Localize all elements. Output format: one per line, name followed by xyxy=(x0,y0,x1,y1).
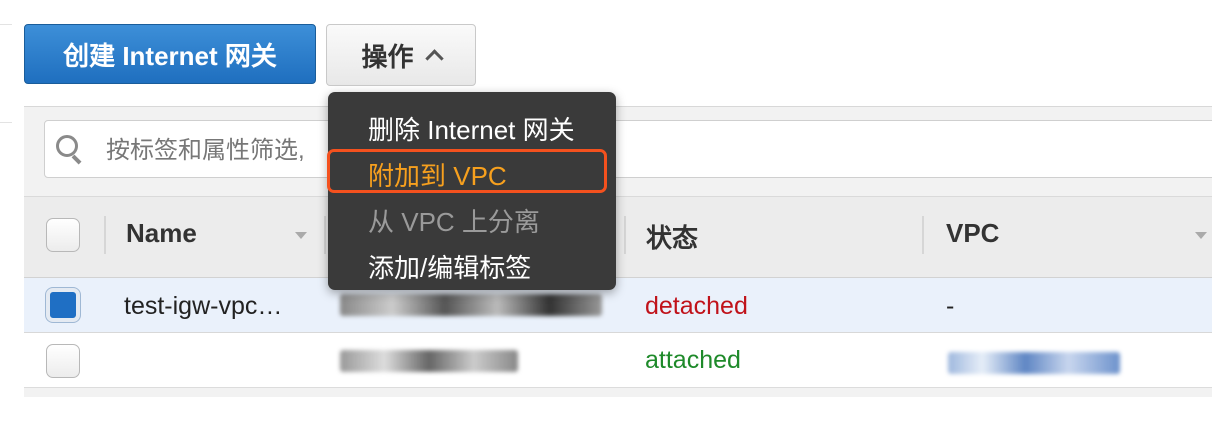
highlight-annotation-box xyxy=(327,149,607,193)
status-badge: attached xyxy=(645,346,741,374)
menu-item-detach-from-vpc: 从 VPC 上分离 xyxy=(368,207,540,237)
search-icon xyxy=(56,135,82,165)
redacted-id xyxy=(340,350,518,372)
chevron-up-icon xyxy=(424,48,444,68)
column-divider xyxy=(104,216,106,254)
column-divider xyxy=(324,216,326,254)
column-header-name[interactable]: Name xyxy=(126,218,197,249)
sort-caret-icon[interactable] xyxy=(1195,232,1207,239)
column-divider xyxy=(922,216,924,254)
actions-dropdown-button[interactable]: 操作 xyxy=(326,24,476,86)
redacted-id xyxy=(340,294,602,316)
column-header-vpc[interactable]: VPC xyxy=(946,218,999,249)
row-name: test-igw-vpc… xyxy=(124,292,283,320)
table-header xyxy=(24,196,1212,278)
sort-caret-icon[interactable] xyxy=(295,232,307,239)
menu-item-add-edit-tags[interactable]: 添加/编辑标签 xyxy=(368,248,531,285)
create-button-label: 创建 Internet 网关 xyxy=(63,40,277,71)
row-checkbox-checked[interactable] xyxy=(46,288,80,322)
row-vpc: - xyxy=(946,292,955,320)
status-badge: detached xyxy=(645,292,748,320)
select-all-checkbox[interactable] xyxy=(46,218,80,252)
menu-item-delete-internet-gateway[interactable]: 删除 Internet 网关 xyxy=(368,110,575,147)
left-divider xyxy=(0,24,12,25)
create-internet-gateway-button[interactable]: 创建 Internet 网关 xyxy=(24,24,316,84)
actions-button-label: 操作 xyxy=(361,41,414,72)
row-checkbox[interactable] xyxy=(46,344,80,378)
column-header-status[interactable]: 状态 xyxy=(646,218,698,255)
column-divider xyxy=(624,216,626,254)
left-divider xyxy=(0,122,12,123)
redacted-vpc-link[interactable] xyxy=(948,352,1120,374)
